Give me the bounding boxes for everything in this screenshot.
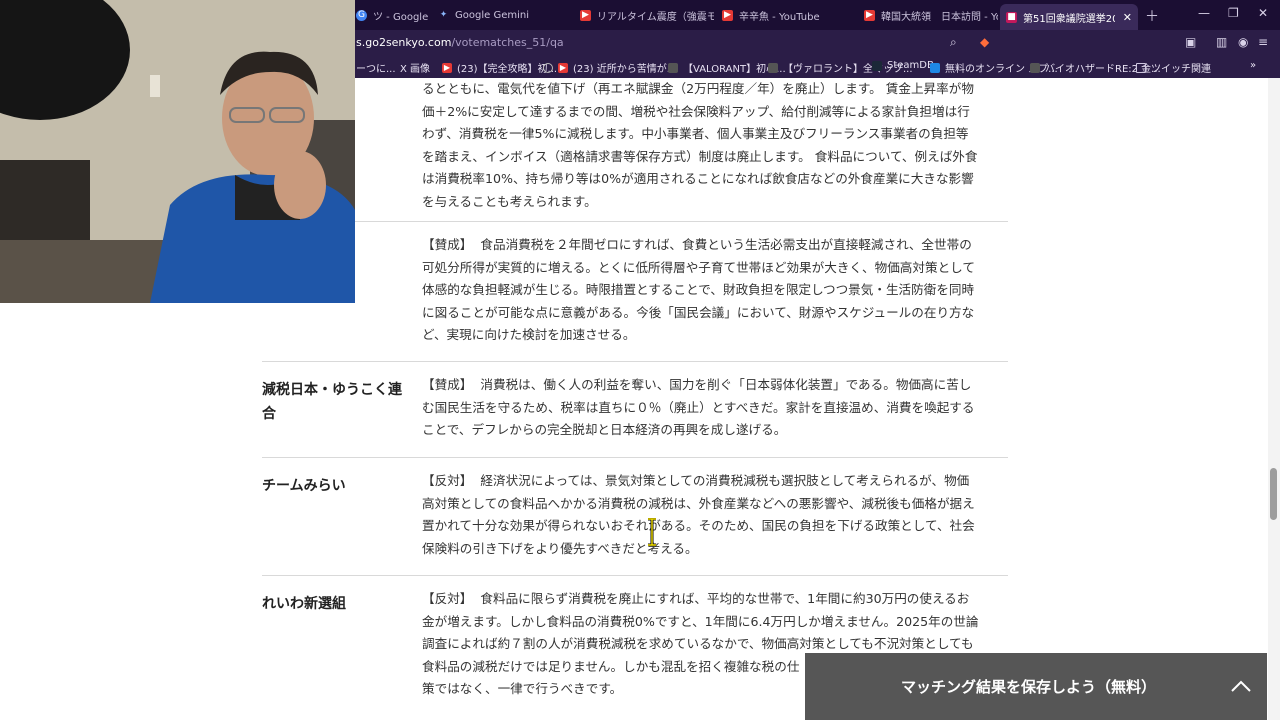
menu-icon[interactable]: ≡ <box>1258 35 1268 49</box>
tab-go2senkyo-active[interactable]: ■ 第51回衆議院選挙2026 投 ✕ <box>1000 4 1138 30</box>
tab-label: 韓国大統領 日本訪問 - YouTu <box>881 11 998 23</box>
opinion-line: を与えることも考えられます。 <box>422 193 597 209</box>
tab-google-search[interactable]: G ツ - Google 検索 <box>350 4 430 26</box>
opinion-line: 高対策としての食料品へかかる消費税の減税は、外食産業などへの悪影響や、減税後も価… <box>422 495 975 511</box>
party-opinion: るとともに、電気代を値下げ（再エネ賦課金（2万円程度／年）を廃止）します。 賃金… <box>422 78 1008 213</box>
new-tab-button[interactable]: ＋ <box>1145 6 1159 26</box>
youtube-icon: ▶ <box>722 9 733 21</box>
opinion-text: 経済状況によっては、景気対策としての消費税減税も選択肢として考えられるが、物価 <box>480 473 970 488</box>
close-window-icon[interactable]: ✕ <box>1258 6 1268 20</box>
qa-row: 【賛成】 食品消費税を２年間ゼロにすれば、食費という生活必需支出が直接軽減され、全… <box>262 221 1008 361</box>
opinion-line: ことで、デフレからの完全脱却と日本経済の再興を成し遂げる。 <box>422 422 787 437</box>
opinion-line: を踏まえ、インボイス（適格請求書等保存方式）制度は廃止します。 食料品について、… <box>422 148 978 164</box>
tab-label: Google Gemini <box>455 9 529 21</box>
opinion-line: む国民生活を守るため、税率は直ちに０％（廃止）とすべきだ。家計を直接温め、消費を… <box>422 399 975 415</box>
party-name: 減税日本・ゆうこく連合 <box>262 382 402 422</box>
party-opinion: 【賛成】 食品消費税を２年間ゼロにすれば、食費という生活必需支出が直接軽減され、全… <box>422 234 1008 347</box>
brave-shield-icon[interactable]: ◆ <box>980 35 989 49</box>
more-bookmarks-icon[interactable]: » <box>1250 60 1256 71</box>
bookmark-folder[interactable]: ツイッチ関連 <box>1136 60 1211 75</box>
stance-label: 【賛成】 <box>422 377 473 392</box>
text-cursor-icon <box>648 518 656 546</box>
opinion-line: わず、消費税を一律5%に減税します。中小事業者、個人事業主及びフリーランス事業者… <box>422 126 969 141</box>
zoom-icon[interactable]: ⌕ <box>950 35 957 50</box>
minimize-icon[interactable]: — <box>1198 6 1210 20</box>
party-name: チームみらい <box>262 478 346 494</box>
webcam-overlay <box>0 0 355 303</box>
gemini-icon: ✦ <box>439 9 448 20</box>
scrollbar-track[interactable] <box>1268 78 1280 720</box>
stance-label: 【反対】 <box>422 591 473 606</box>
tab-label: 辛辛魚 - YouTube <box>739 11 820 23</box>
streamer-video-image <box>0 0 355 303</box>
url-field[interactable]: s.go2senkyo.com/votematches_51/qa <box>356 36 564 49</box>
tab-kyoshin-monitor[interactable]: ▶ リアルタイム震度（強震モニタ） <box>574 4 714 26</box>
opinion-text: 食料品に限らず消費税を廃止にすれば、平均的な世帯で、1年間に約30万円の使えるお <box>480 591 970 606</box>
youtube-icon: ▶ <box>580 9 591 21</box>
opinion-line: 【賛成】 消費税は、働く人の利益を奪い、国力を削ぐ「日本弱体化装置」である。物価高… <box>422 374 1008 397</box>
tab-gemini[interactable]: ✦ Google Gemini <box>432 4 572 26</box>
tab-label: 第51回衆議院選挙2026 投 <box>1023 13 1115 25</box>
bookmark-label: ツイッチ関連 <box>1151 64 1211 75</box>
maximize-icon[interactable]: ❐ <box>1228 6 1239 20</box>
site-icon: ■ <box>1006 11 1017 23</box>
party-name: れいわ新選組 <box>262 596 346 612</box>
opinion-line: は消費税率10%、持ち帰り等は0%が適用されることになれば飲食店などの外食産業に… <box>422 171 974 186</box>
chevron-up-icon[interactable] <box>1230 675 1252 697</box>
url-host: s.go2senkyo.com <box>356 36 452 49</box>
tab-label: リアルタイム震度（強震モニタ） <box>597 11 714 23</box>
party-opinion: 【賛成】 消費税は、働く人の利益を奪い、国力を削ぐ「日本弱体化装置」である。物価高… <box>422 374 1008 442</box>
google-icon: G <box>356 9 367 21</box>
save-results-banner[interactable]: マッチング結果を保存しよう（無料） <box>805 653 1267 720</box>
stance-label: 【賛成】 <box>422 237 473 252</box>
opinion-line: 【反対】 食料品に限らず消費税を廃止にすれば、平均的な世帯で、1年間に約30万円の… <box>422 588 1008 611</box>
opinion-text: 消費税は、働く人の利益を奪い、国力を削ぐ「日本弱体化装置」である。物価高に苦し <box>480 377 972 392</box>
opinion-line: 保険料の引き下げをより優先すべきだと考える。 <box>422 540 698 556</box>
sidebar-icon[interactable]: ▥ <box>1216 35 1227 49</box>
opinion-line: 可処分所得が実質的に増える。とくに低所得層や子育て世帯ほど効果が大きく、物価高対… <box>422 259 975 275</box>
youtube-icon: ▶ <box>864 9 875 21</box>
opinion-line: 【反対】 経済状況によっては、景気対策としての消費税減税も選択肢として考えられるが… <box>422 470 1008 493</box>
profile-icon[interactable]: ◉ <box>1238 35 1248 49</box>
extensions-icon[interactable]: ▣ <box>1185 35 1196 49</box>
opinion-line: 金が増えます。しかし食料品の消費税0%ですと、1年間に6.4万円しか増えません。… <box>422 613 979 629</box>
qa-row: るとともに、電気代を値下げ（再エネ賦課金（2万円程度／年）を廃止）します。 賃金… <box>262 66 1008 210</box>
opinion-line: ど、実現に向けた検討を加速させる。 <box>422 327 636 342</box>
url-path: /votematches_51/qa <box>451 36 564 49</box>
folder-icon <box>1136 62 1146 73</box>
tab-youtube-shinshingyo[interactable]: ▶ 辛辛魚 - YouTube <box>716 4 856 26</box>
opinion-line: 置かれて十分な効果が得られないおそれがある。そのため、国民の負担を下げる政策とし… <box>422 518 975 533</box>
opinion-line: るとともに、電気代を値下げ（再エネ賦課金（2万円程度／年）を廃止）します。 賃金… <box>422 81 974 96</box>
opinion-line: 価＋2%に安定して達するまでの間、増税や社会保険料アップ、給付削減等による家計負… <box>422 103 970 119</box>
opinion-line: に図ることが可能な点に意義がある。今後「国民会議」において、財源やスケジュールの… <box>422 304 975 320</box>
stance-label: 【反対】 <box>422 473 473 488</box>
close-tab-icon[interactable]: ✕ <box>1115 11 1132 24</box>
scrollbar-thumb[interactable] <box>1270 468 1277 520</box>
tab-label: ツ - Google 検索 <box>373 11 430 23</box>
qa-row: 減税日本・ゆうこく連合 【賛成】 消費税は、働く人の利益を奪い、国力を削ぐ「日本弱… <box>262 361 1008 457</box>
opinion-text: 食品消費税を２年間ゼロにすれば、食費という生活必需支出が直接軽減され、全世帯の <box>480 237 972 252</box>
opinion-line: 体感的な負担軽減が生じる。時限措置とすることで、財政負担を限定しつつ景気・生活防… <box>422 282 975 297</box>
party-opinion: 【反対】 経済状況によっては、景気対策としての消費税減税も選択肢として考えられるが… <box>422 470 1008 560</box>
opinion-line: 【賛成】 食品消費税を２年間ゼロにすれば、食費という生活必需支出が直接軽減され、全… <box>422 234 1008 257</box>
tab-youtube-president[interactable]: ▶ 韓国大統領 日本訪問 - YouTu <box>858 4 998 26</box>
qa-row: チームみらい 【反対】 経済状況によっては、景気対策としての消費税減税も選択肢とし… <box>262 457 1008 575</box>
banner-label: マッチング結果を保存しよう（無料） <box>901 678 1157 696</box>
bookmark-icon <box>1030 62 1040 73</box>
